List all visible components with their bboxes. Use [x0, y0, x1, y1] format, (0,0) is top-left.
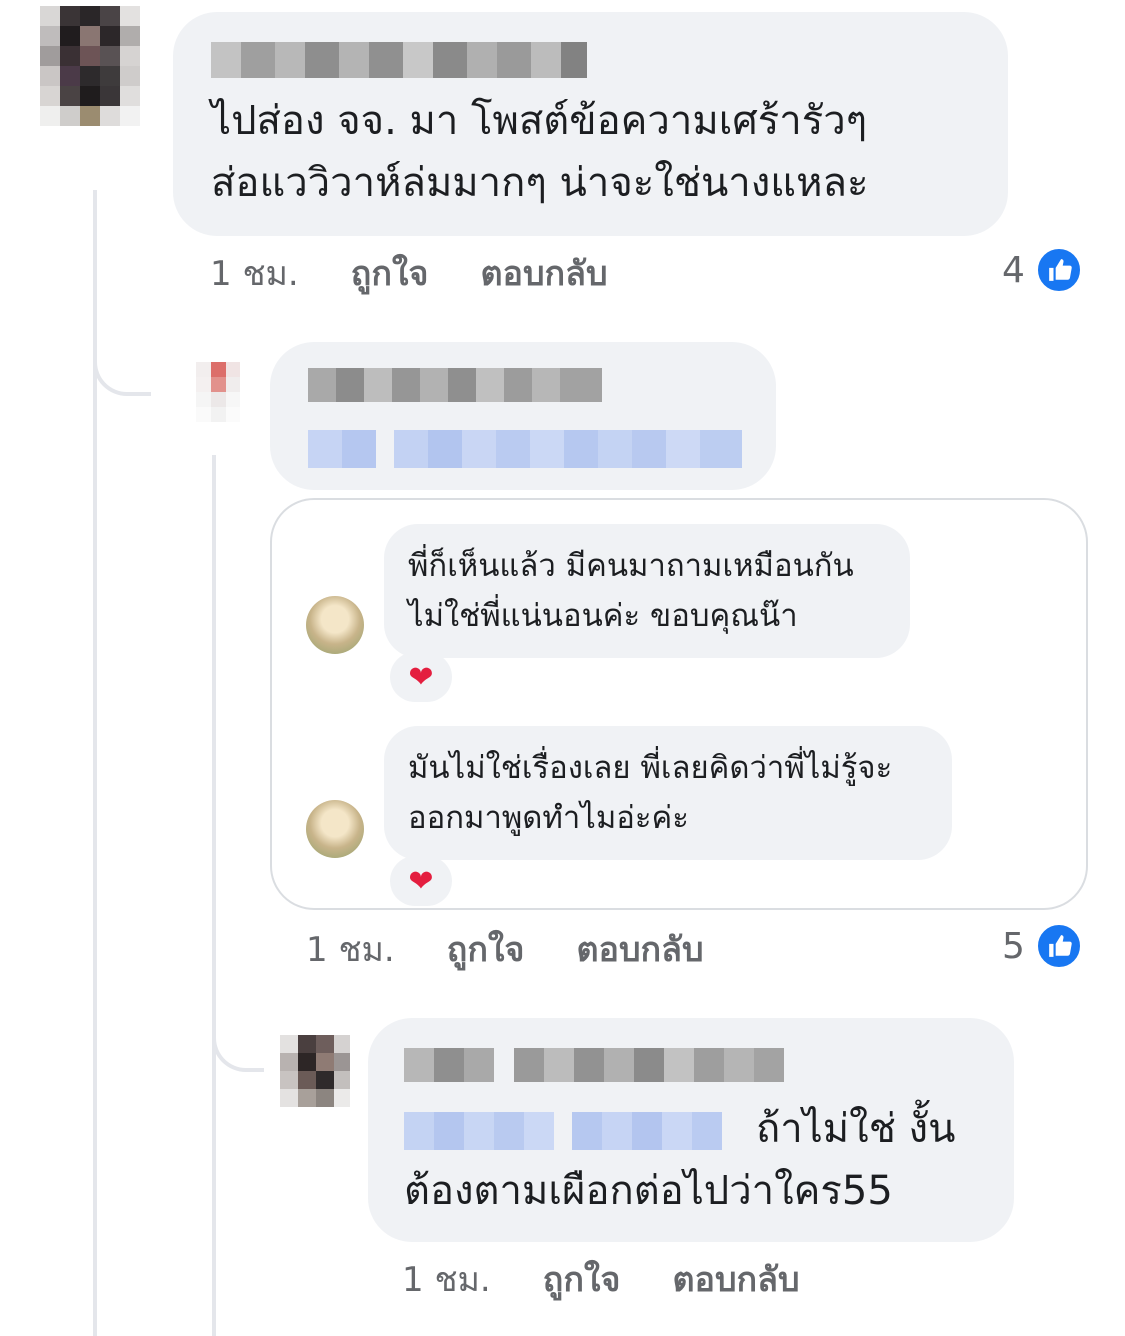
comment-bubble: ไปส่อง จจ. มา โพสต์ข้อความเศร้ารัวๆ ส่อแ… [173, 12, 1008, 236]
comment-bubble [270, 342, 776, 490]
reply-button[interactable]: ตอบกลับ [480, 246, 607, 300]
comment-bubble: ถ้าไม่ใช่ งั้น ต้องตามเผือกต่อไปว่าใคร55 [368, 1018, 1014, 1242]
like-button[interactable]: ถูกใจ [543, 1252, 621, 1306]
heart-reaction-icon: ❤ [390, 856, 452, 906]
like-button[interactable]: ถูกใจ [447, 922, 525, 976]
comment-text-line1: ถ้าไม่ใช่ งั้น [756, 1106, 956, 1152]
commenter-name-blurred[interactable] [211, 42, 587, 78]
comment-text: ถ้าไม่ใช่ งั้น ต้องตามเผือกต่อไปว่าใคร55 [404, 1098, 1004, 1222]
comment-actions: 1 ชม. ถูกใจ ตอบกลับ [210, 250, 608, 296]
reaction-count[interactable]: 4 [1002, 246, 1083, 294]
comment-text-line2: ต้องตามเผือกต่อไปว่าใคร55 [404, 1168, 893, 1214]
thread-connector-2 [212, 1010, 264, 1072]
avatar[interactable] [196, 362, 240, 422]
reply-button[interactable]: ตอบกลับ [576, 922, 703, 976]
heart-reaction-icon: ❤ [390, 652, 452, 702]
mention-link-blurred[interactable] [308, 430, 742, 468]
reply-button[interactable]: ตอบกลับ [672, 1252, 799, 1306]
attached-screenshot[interactable]: พี่ก็เห็นแล้ว มีคนมาถามเหมือนกัน ไม่ใช่พ… [270, 498, 1088, 910]
reaction-count[interactable]: 5 [1002, 922, 1083, 970]
thumbs-up-icon [1034, 922, 1083, 970]
message-bubble: พี่ก็เห็นแล้ว มีคนมาถามเหมือนกัน ไม่ใช่พ… [384, 524, 910, 658]
thumbs-up-icon [1034, 246, 1083, 294]
commenter-name-blurred[interactable] [308, 368, 602, 402]
avatar[interactable] [40, 6, 140, 126]
comment-timestamp[interactable]: 1 ชม. [210, 246, 299, 300]
like-button[interactable]: ถูกใจ [351, 246, 429, 300]
avatar[interactable] [280, 1035, 350, 1107]
like-count: 5 [1002, 925, 1025, 967]
avatar [306, 800, 364, 858]
comment-text: ไปส่อง จจ. มา โพสต์ข้อความเศร้ารัวๆ ส่อแ… [211, 98, 869, 206]
thread-connector-1 [93, 330, 151, 396]
avatar [306, 596, 364, 654]
like-count: 4 [1002, 249, 1025, 291]
comment-actions: 1 ชม. ถูกใจ ตอบกลับ [402, 1256, 800, 1302]
comment-timestamp[interactable]: 1 ชม. [402, 1252, 491, 1306]
comment-actions: 1 ชม. ถูกใจ ตอบกลับ [306, 926, 704, 972]
message-bubble: มันไม่ใช่เรื่องเลย พี่เลยคิดว่าพี่ไม่รู้… [384, 726, 952, 860]
mention-link-blurred[interactable] [404, 1112, 742, 1150]
commenter-name-blurred[interactable] [404, 1048, 784, 1082]
comment-timestamp[interactable]: 1 ชม. [306, 922, 395, 976]
thread-line-reply [212, 455, 216, 1336]
